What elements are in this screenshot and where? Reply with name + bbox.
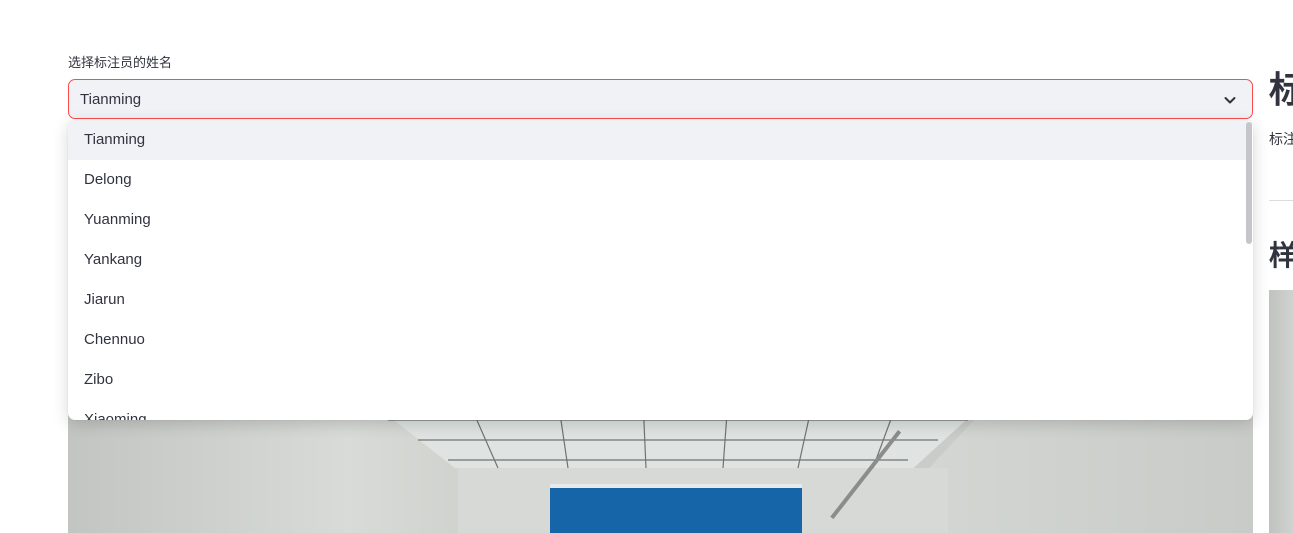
app-page: 选择标注员的姓名 Tianming Tianming Delong Yuanmi… — [0, 0, 1293, 533]
annotator-dropdown-menu[interactable]: Tianming Delong Yuanming Yankang Jiarun … — [68, 120, 1253, 420]
window-blind — [550, 484, 802, 533]
dropdown-option[interactable]: Yankang — [68, 240, 1248, 280]
dropdown-option[interactable]: Chennuo — [68, 320, 1248, 360]
dropdown-option[interactable]: Jiarun — [68, 280, 1248, 320]
dropdown-scrollbar[interactable] — [1245, 120, 1253, 420]
dropdown-option[interactable]: Xiaoming — [68, 400, 1248, 420]
right-panel-image — [1269, 290, 1293, 533]
dropdown-option[interactable]: Zibo — [68, 360, 1248, 400]
right-panel-subtitle: 样 — [1269, 240, 1293, 271]
annotator-select-label: 选择标注员的姓名 — [68, 55, 173, 70]
dropdown-option[interactable]: Tianming — [68, 120, 1248, 160]
right-column: 标 标注 样 — [1269, 0, 1293, 533]
annotator-select-value: Tianming — [80, 91, 142, 108]
chevron-down-icon[interactable] — [1222, 92, 1238, 108]
main-column: 选择标注员的姓名 Tianming Tianming Delong Yuanmi… — [68, 0, 1253, 533]
dropdown-scrollbar-thumb[interactable] — [1246, 122, 1252, 244]
dropdown-option[interactable]: Delong — [68, 160, 1248, 200]
right-panel-divider — [1269, 200, 1293, 201]
right-panel-caption: 标注 — [1269, 131, 1293, 147]
dropdown-option[interactable]: Yuanming — [68, 200, 1248, 240]
right-panel-title: 标 — [1269, 69, 1293, 110]
annotator-select[interactable]: Tianming — [68, 79, 1253, 119]
